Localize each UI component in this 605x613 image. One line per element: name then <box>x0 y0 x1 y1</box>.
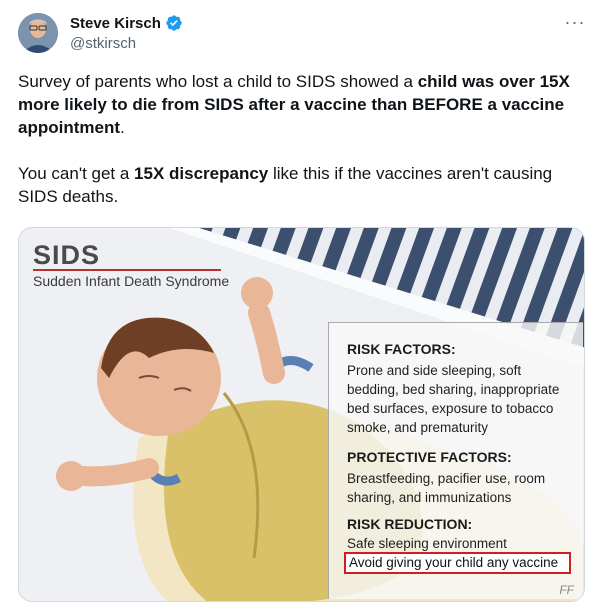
title-underline <box>33 269 221 271</box>
verified-badge-icon <box>165 14 183 32</box>
tweet-paragraph-1: Survey of parents who lost a child to SI… <box>18 70 588 139</box>
overlay-highlight-box: Avoid giving your child any vaccine <box>344 552 571 574</box>
tweet-paragraph-2: You can't get a 15X discrepancy like thi… <box>18 162 588 208</box>
image-subtitle: Sudden Infant Death Syndrome <box>33 273 230 289</box>
author-name[interactable]: Steve Kirsch <box>70 15 161 32</box>
tweet: Steve Kirsch @stkirsch ··· Survey of par… <box>0 0 605 613</box>
text-segment: Survey of parents who lost a child to SI… <box>18 72 418 91</box>
ellipsis-icon[interactable]: ··· <box>563 10 587 34</box>
text-segment: You can't get a <box>18 164 135 183</box>
image-title: SIDS <box>33 240 101 270</box>
risk-factors-title: RISK FACTORS: <box>347 341 456 357</box>
info-panel: RISK FACTORS: Prone and side sleeping, s… <box>328 322 583 599</box>
risk-reduction-text: Safe sleeping environment <box>347 536 507 551</box>
author-handle[interactable]: @stkirsch <box>70 35 136 52</box>
avatar[interactable] <box>18 13 58 53</box>
tweet-text: Survey of parents who lost a child to SI… <box>18 70 588 231</box>
author-name-row[interactable]: Steve Kirsch <box>70 14 183 32</box>
protective-factors-text: Breastfeeding, pacifier use, room sharin… <box>347 471 546 505</box>
text-bold-segment: 15X discrepancy <box>134 164 269 183</box>
risk-factors-text: Prone and side sleeping, soft bedding, b… <box>347 363 560 435</box>
artist-signature: FF <box>559 583 574 597</box>
risk-reduction-title: RISK REDUCTION: <box>347 516 473 532</box>
text-segment: . <box>120 118 125 137</box>
tweet-media-image[interactable]: SIDS Sudden Infant Death Syndrome RISK F… <box>18 227 585 602</box>
protective-factors-title: PROTECTIVE FACTORS: <box>347 449 512 465</box>
